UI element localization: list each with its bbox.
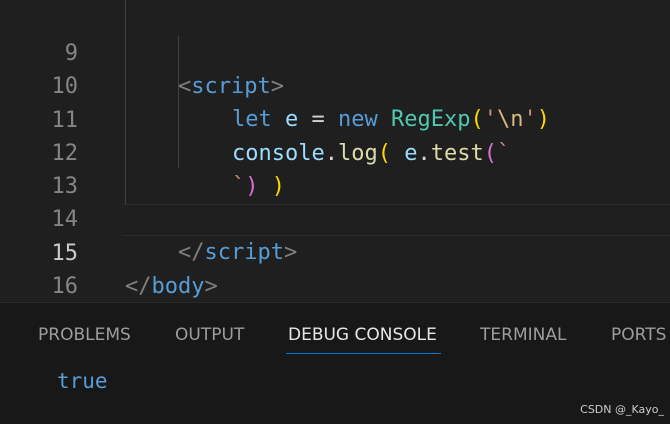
code-line: 13	[0, 137, 670, 199]
code-token: body	[151, 274, 205, 299]
code-editor[interactable]: 9 <script> 10 let e = new RegExp('\n') 1…	[0, 0, 670, 332]
code-line: 10 let e = new RegExp('\n')	[0, 37, 670, 132]
tab-debug-console[interactable]: DEBUG CONSOLE	[288, 325, 437, 345]
watermark: CSDN @_Kayo_	[580, 403, 664, 416]
tab-terminal[interactable]: TERMINAL	[480, 325, 566, 345]
code-token: </	[125, 274, 152, 299]
tab-ports[interactable]: PORTS	[611, 325, 666, 345]
active-tab-indicator	[286, 353, 441, 354]
console-output-value: true	[57, 369, 108, 393]
code-line: 12 `) )	[0, 104, 670, 199]
code-line: 14 </script>	[0, 170, 670, 265]
bottom-panel: PROBLEMS OUTPUT DEBUG CONSOLE TERMINAL P…	[0, 302, 670, 424]
tab-output[interactable]: OUTPUT	[175, 325, 244, 345]
code-line: 9 <script>	[0, 4, 670, 99]
code-line: 15 </body>	[0, 204, 670, 299]
code-token: >	[204, 274, 218, 299]
tab-problems[interactable]: PROBLEMS	[38, 325, 131, 345]
code-line: 11 console.log( e.test(`	[0, 71, 670, 166]
code-line: 16 </html>	[0, 237, 670, 332]
line-number: 16	[51, 274, 79, 299]
